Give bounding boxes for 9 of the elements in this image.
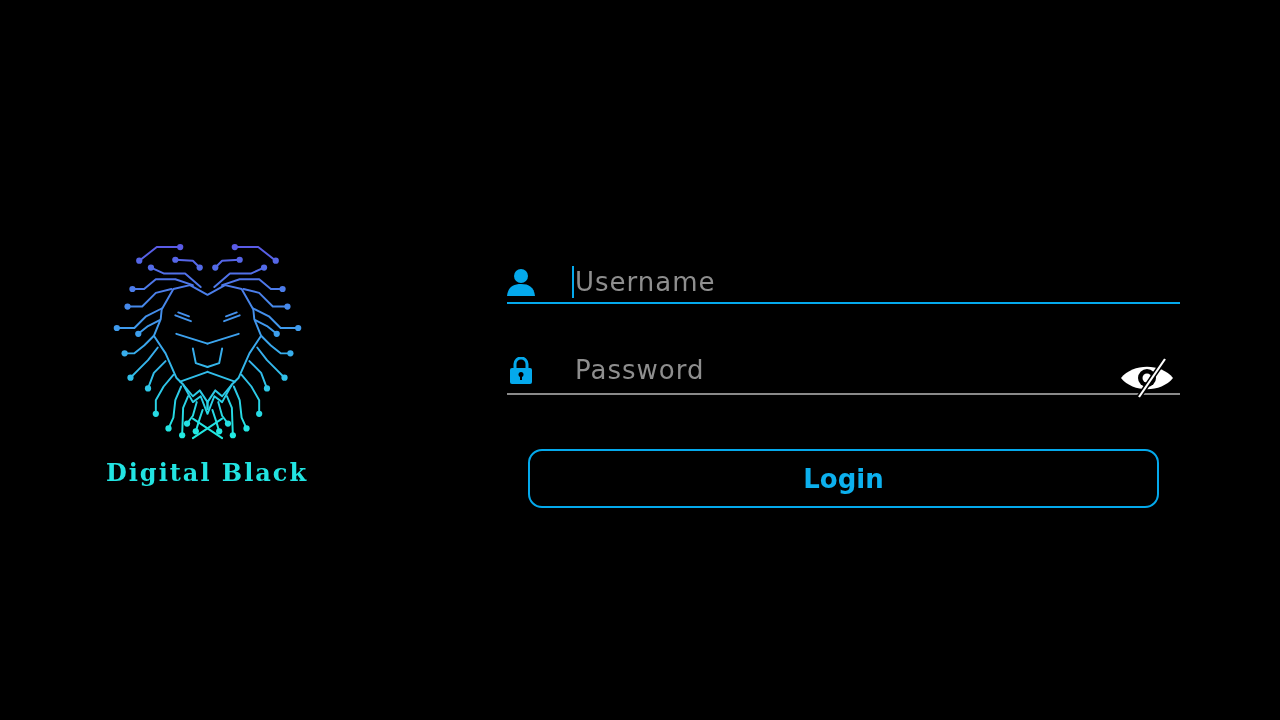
brand-name: Digital Black bbox=[105, 458, 309, 488]
username-field[interactable]: Username bbox=[507, 262, 1180, 304]
text-cursor-icon bbox=[572, 266, 574, 298]
login-button[interactable]: Login bbox=[528, 449, 1159, 508]
password-field[interactable]: Password bbox=[507, 347, 1180, 395]
user-icon bbox=[507, 268, 535, 296]
password-input[interactable]: Password bbox=[572, 352, 1118, 388]
lock-icon bbox=[510, 356, 532, 384]
username-input[interactable]: Username bbox=[574, 264, 1180, 300]
